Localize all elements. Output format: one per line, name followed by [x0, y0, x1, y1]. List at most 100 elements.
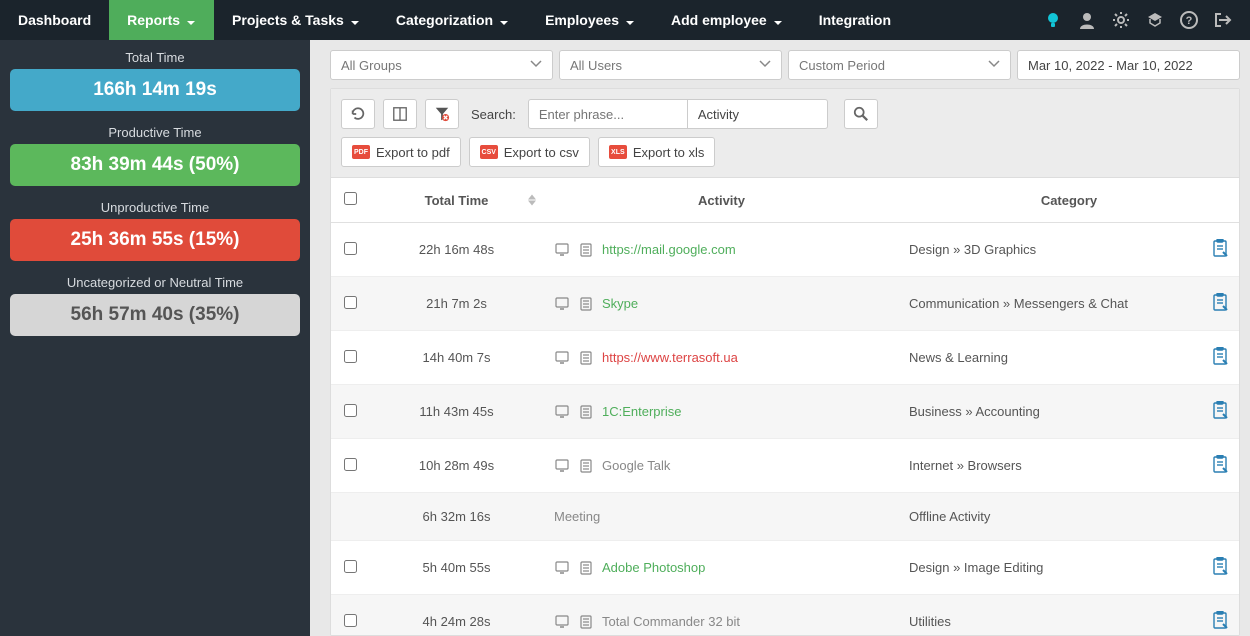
clear-filter-button[interactable]: [425, 99, 459, 129]
doc-icon[interactable]: [578, 297, 594, 311]
export-pdf-button[interactable]: PDFExport to pdf: [341, 137, 461, 167]
group-select[interactable]: All Groups: [330, 50, 553, 80]
xls-icon: XLS: [609, 145, 627, 159]
chevron-down-icon: [773, 15, 783, 25]
export-csv-button[interactable]: CSVExport to csv: [469, 137, 590, 167]
nav-reports[interactable]: Reports: [109, 0, 214, 40]
row-checkbox[interactable]: [344, 404, 357, 417]
cell-category: Utilities: [899, 595, 1239, 636]
edit-icon[interactable]: [1211, 617, 1229, 632]
edit-icon[interactable]: [1211, 299, 1229, 314]
edit-icon[interactable]: [1211, 245, 1229, 260]
search-label: Search:: [467, 107, 520, 122]
monitor-icon[interactable]: [554, 405, 570, 419]
nav-categorization[interactable]: Categorization: [378, 0, 527, 40]
help-icon[interactable]: [1180, 11, 1198, 29]
row-checkbox[interactable]: [344, 458, 357, 471]
monitor-icon[interactable]: [554, 615, 570, 629]
period-select[interactable]: Custom Period: [788, 50, 1011, 80]
doc-icon[interactable]: [578, 459, 594, 473]
total-time-value: 166h 14m 19s: [10, 69, 300, 111]
search-scope-select[interactable]: Activity: [688, 99, 828, 129]
header-category[interactable]: Category: [899, 178, 1239, 223]
table-row: 6h 32m 16s Meeting Offline Activity: [331, 493, 1239, 541]
graduate-icon[interactable]: [1146, 11, 1164, 29]
cell-time: 21h 7m 2s: [369, 277, 544, 331]
doc-icon[interactable]: [578, 405, 594, 419]
search-button[interactable]: [844, 99, 878, 129]
row-checkbox[interactable]: [344, 242, 357, 255]
pdf-icon: PDF: [352, 145, 370, 159]
chevron-down-icon: [530, 58, 542, 73]
cell-time: 10h 28m 49s: [369, 439, 544, 493]
sidebar: Total Time 166h 14m 19s Productive Time …: [0, 40, 310, 636]
edit-icon[interactable]: [1211, 407, 1229, 422]
doc-icon[interactable]: [578, 561, 594, 575]
cell-activity: https://www.terrasoft.ua: [544, 331, 899, 385]
activity-link[interactable]: https://www.terrasoft.ua: [602, 350, 738, 365]
user-icon[interactable]: [1078, 11, 1096, 29]
header-checkbox[interactable]: [331, 178, 369, 223]
row-checkbox[interactable]: [344, 560, 357, 573]
monitor-icon[interactable]: [554, 561, 570, 575]
user-select[interactable]: All Users: [559, 50, 782, 80]
header-total-time[interactable]: Total Time: [369, 178, 544, 223]
csv-icon: CSV: [480, 145, 498, 159]
edit-icon[interactable]: [1211, 461, 1229, 476]
cell-category: Offline Activity: [899, 493, 1239, 541]
activity-link[interactable]: 1C:Enterprise: [602, 404, 681, 419]
doc-icon[interactable]: [578, 243, 594, 257]
unproductive-time-label: Unproductive Time: [10, 200, 300, 215]
edit-icon[interactable]: [1211, 353, 1229, 368]
cell-activity: Adobe Photoshop: [544, 541, 899, 595]
monitor-icon[interactable]: [554, 351, 570, 365]
user-select-value: All Users: [570, 58, 622, 73]
table-row: 5h 40m 55s Adobe Photoshop Design » Imag…: [331, 541, 1239, 595]
row-checkbox[interactable]: [344, 350, 357, 363]
cell-activity: Skype: [544, 277, 899, 331]
nav-integration[interactable]: Integration: [801, 0, 909, 40]
table-row: 14h 40m 7s https://www.terrasoft.ua News…: [331, 331, 1239, 385]
date-range-select[interactable]: Mar 10, 2022 - Mar 10, 2022: [1017, 50, 1240, 80]
sort-icon: [528, 195, 536, 206]
monitor-icon[interactable]: [554, 297, 570, 311]
cell-category: Communication » Messengers & Chat: [899, 277, 1239, 331]
search-input[interactable]: [528, 99, 688, 129]
activity-link[interactable]: Meeting: [554, 509, 600, 524]
columns-button[interactable]: [383, 99, 417, 129]
unproductive-time-value: 25h 36m 55s (15%): [10, 219, 300, 261]
nav-dashboard[interactable]: Dashboard: [0, 0, 109, 40]
header-activity[interactable]: Activity: [544, 178, 899, 223]
cell-activity: https://mail.google.com: [544, 223, 899, 277]
gear-icon[interactable]: [1112, 11, 1130, 29]
activity-link[interactable]: Adobe Photoshop: [602, 560, 705, 575]
nav-projects-tasks[interactable]: Projects & Tasks: [214, 0, 378, 40]
activity-link[interactable]: Skype: [602, 296, 638, 311]
refresh-button[interactable]: [341, 99, 375, 129]
monitor-icon[interactable]: [554, 243, 570, 257]
nav-add-employee[interactable]: Add employee: [653, 0, 801, 40]
row-checkbox[interactable]: [344, 296, 357, 309]
table-row: 4h 24m 28s Total Commander 32 bit Utilit…: [331, 595, 1239, 636]
row-checkbox[interactable]: [344, 614, 357, 627]
cell-category: News & Learning: [899, 331, 1239, 385]
edit-icon[interactable]: [1211, 563, 1229, 578]
table-row: 21h 7m 2s Skype Communication » Messenge…: [331, 277, 1239, 331]
doc-icon[interactable]: [578, 615, 594, 629]
topnav: DashboardReportsProjects & TasksCategori…: [0, 0, 1250, 40]
productive-time-value: 83h 39m 44s (50%): [10, 144, 300, 186]
activity-table: Total Time Activity Category 22h 16m 48s: [331, 178, 1239, 635]
unproductive-time-block: Unproductive Time 25h 36m 55s (15%): [10, 200, 300, 261]
cell-activity: 1C:Enterprise: [544, 385, 899, 439]
lightbulb-icon[interactable]: [1044, 11, 1062, 29]
activity-link[interactable]: Total Commander 32 bit: [602, 614, 740, 629]
activity-link[interactable]: Google Talk: [602, 458, 670, 473]
nav-employees[interactable]: Employees: [527, 0, 653, 40]
logout-icon[interactable]: [1214, 11, 1232, 29]
cell-activity: Google Talk: [544, 439, 899, 493]
export-xls-button[interactable]: XLSExport to xls: [598, 137, 716, 167]
activity-link[interactable]: https://mail.google.com: [602, 242, 736, 257]
cell-time: 14h 40m 7s: [369, 331, 544, 385]
monitor-icon[interactable]: [554, 459, 570, 473]
doc-icon[interactable]: [578, 351, 594, 365]
